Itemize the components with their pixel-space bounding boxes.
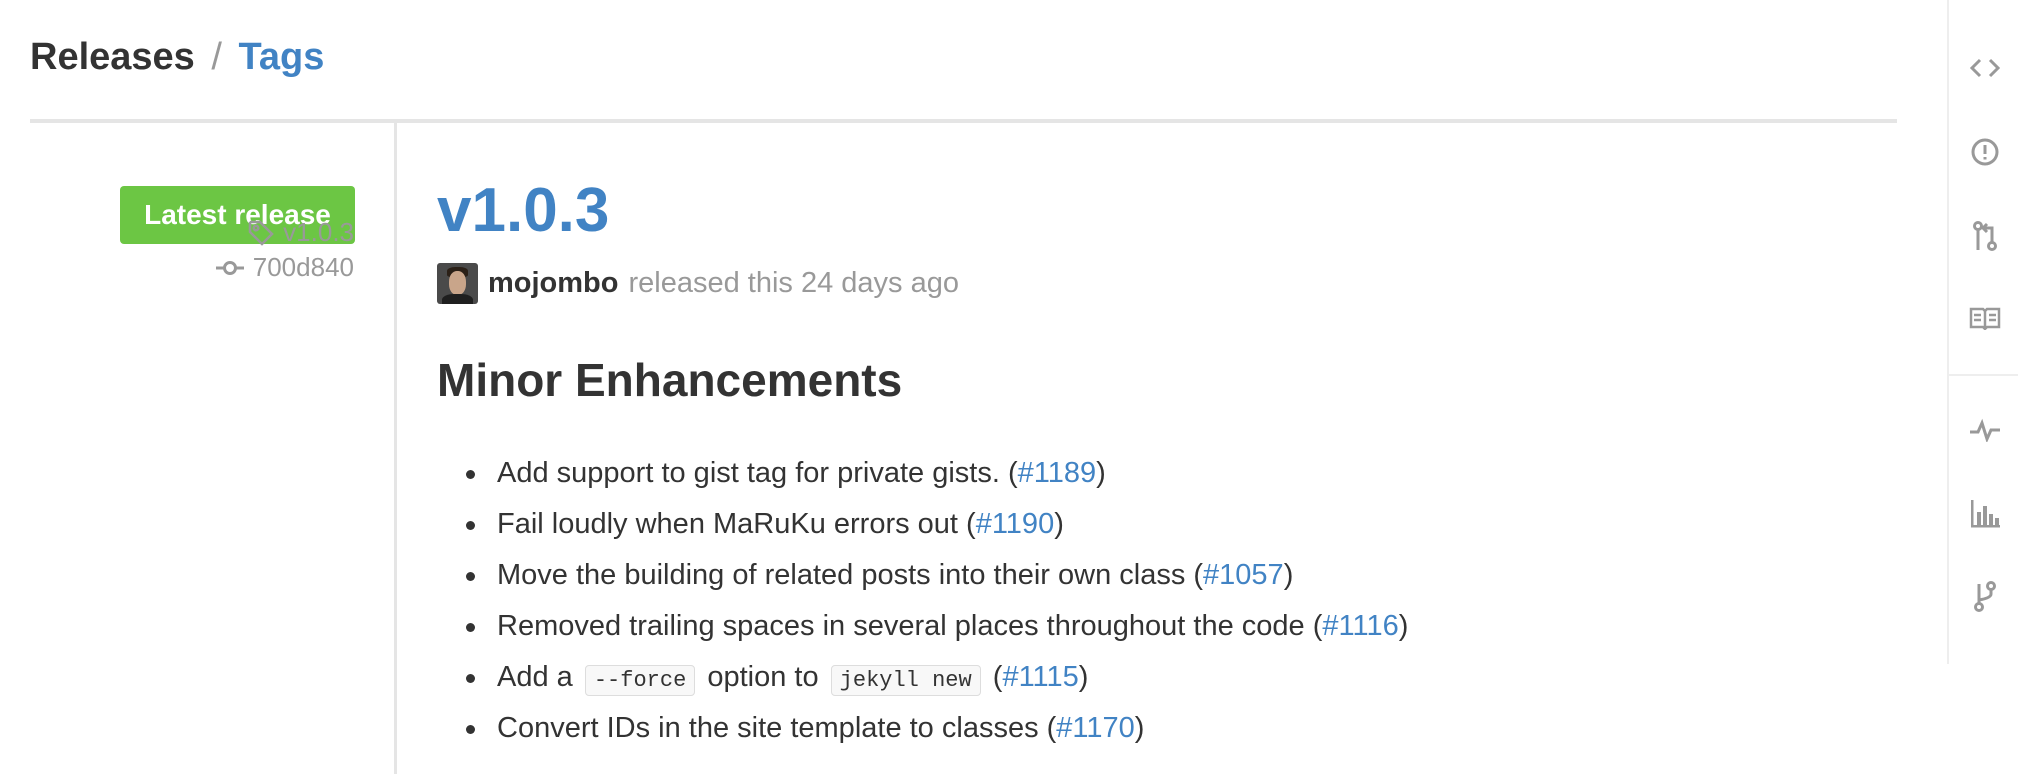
issue-link[interactable]: #1115 — [1002, 661, 1078, 693]
wiki-icon[interactable] — [1949, 296, 2018, 340]
code-snippet: --force — [584, 665, 696, 696]
tag-link[interactable]: v1.0.3 — [247, 217, 354, 248]
issues-icon[interactable] — [1949, 130, 2018, 174]
tag-name: v1.0.3 — [283, 217, 354, 247]
issue-link[interactable]: #1057 — [1203, 559, 1284, 591]
issue-link[interactable]: #1116 — [1322, 610, 1398, 642]
header-separator: / — [211, 36, 222, 78]
issue-link[interactable]: #1170 — [1056, 712, 1135, 744]
section-heading: Minor Enhancements — [437, 354, 903, 406]
tag-icon — [247, 219, 275, 247]
release-timestamp: released this 24 days ago — [628, 267, 960, 299]
list-item: Move the building of related posts into … — [437, 550, 1408, 601]
commit-icon — [215, 258, 245, 278]
commit-link[interactable]: 700d840 — [215, 252, 354, 283]
pulse-icon[interactable] — [1949, 408, 2018, 452]
network-icon[interactable] — [1949, 574, 2018, 618]
author-link[interactable]: mojombo — [488, 267, 619, 300]
repo-nav-sidebar — [1947, 0, 2018, 664]
list-item: Convert IDs in the site template to clas… — [437, 703, 1408, 754]
tags-tab[interactable]: Tags — [239, 36, 325, 78]
list-item: Removed trailing spaces in several place… — [437, 601, 1408, 652]
release-notes-list: Add support to gist tag for private gist… — [437, 448, 1408, 754]
list-item: Add support to gist tag for private gist… — [437, 448, 1408, 499]
list-item: Fail loudly when MaRuKu errors out (#119… — [437, 499, 1408, 550]
page-header: Releases / Tags — [30, 36, 324, 79]
release-title[interactable]: v1.0.3 — [437, 180, 609, 242]
code-icon[interactable] — [1949, 46, 2018, 90]
release-byline: mojombo released this 24 days ago — [437, 263, 959, 304]
list-item: Add a --force option to jekyll new (#111… — [437, 652, 1408, 703]
graphs-icon[interactable] — [1949, 491, 2018, 535]
code-snippet: jekyll new — [830, 665, 981, 696]
avatar[interactable] — [437, 263, 478, 304]
releases-tab[interactable]: Releases — [30, 36, 195, 78]
issue-link[interactable]: #1190 — [976, 508, 1055, 540]
release-meta-sidebar: Latest release v1.0.3 700d840 — [0, 123, 397, 774]
pull-request-icon[interactable] — [1949, 214, 2018, 258]
issue-link[interactable]: #1189 — [1018, 457, 1097, 489]
commit-sha: 700d840 — [252, 252, 354, 282]
nav-divider — [1949, 374, 2018, 376]
